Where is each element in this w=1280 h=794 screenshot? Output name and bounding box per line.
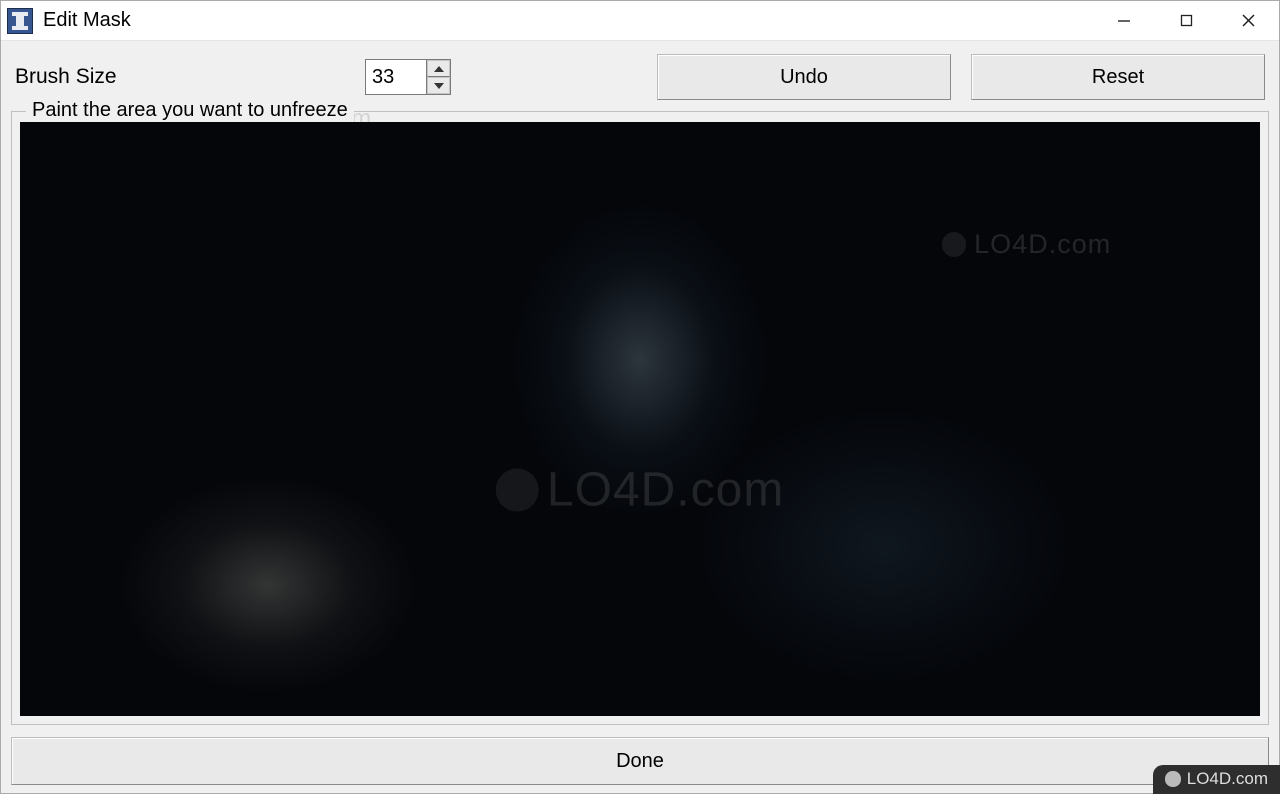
- chevron-up-icon: [434, 66, 444, 72]
- client-area: LO4D.com Brush Size Undo Reset Pa: [1, 41, 1279, 793]
- brush-size-spinner[interactable]: [365, 59, 451, 95]
- watermark-text: LO4D.com: [974, 229, 1111, 260]
- brush-size-label: Brush Size: [15, 65, 345, 89]
- watermark-right: LO4D.com: [942, 229, 1111, 260]
- undo-button[interactable]: Undo: [657, 54, 951, 100]
- spinner-buttons: [426, 60, 450, 94]
- site-badge-text: LO4D.com: [1187, 769, 1268, 789]
- site-badge: LO4D.com: [1153, 765, 1280, 794]
- spinner-up-button[interactable]: [427, 60, 450, 77]
- window-title: Edit Mask: [43, 9, 1093, 32]
- paint-group: Paint the area you want to unfreeze LO4D…: [11, 111, 1269, 725]
- edit-mask-window: Edit Mask LO4D.com Brush Size: [0, 0, 1280, 794]
- done-button[interactable]: Done: [11, 737, 1269, 785]
- scene-hand: [118, 475, 418, 695]
- brush-size-input[interactable]: [366, 60, 426, 94]
- chevron-down-icon: [434, 83, 444, 89]
- paint-group-legend: Paint the area you want to unfreeze: [26, 99, 354, 122]
- close-icon: [1241, 13, 1256, 28]
- mask-canvas[interactable]: LO4D.com LO4D.com: [20, 122, 1260, 716]
- maximize-button[interactable]: [1155, 1, 1217, 40]
- footer-row: Done: [11, 725, 1269, 785]
- globe-icon: [1165, 771, 1180, 786]
- titlebar: Edit Mask: [1, 1, 1279, 41]
- scene-face: [510, 200, 770, 520]
- reset-button[interactable]: Reset: [971, 54, 1265, 100]
- maximize-icon: [1180, 14, 1193, 27]
- app-icon: [7, 8, 33, 34]
- spinner-down-button[interactable]: [427, 77, 450, 94]
- minimize-icon: [1117, 14, 1131, 28]
- window-controls: [1093, 1, 1279, 40]
- globe-icon: [942, 232, 966, 256]
- minimize-button[interactable]: [1093, 1, 1155, 40]
- close-button[interactable]: [1217, 1, 1279, 40]
